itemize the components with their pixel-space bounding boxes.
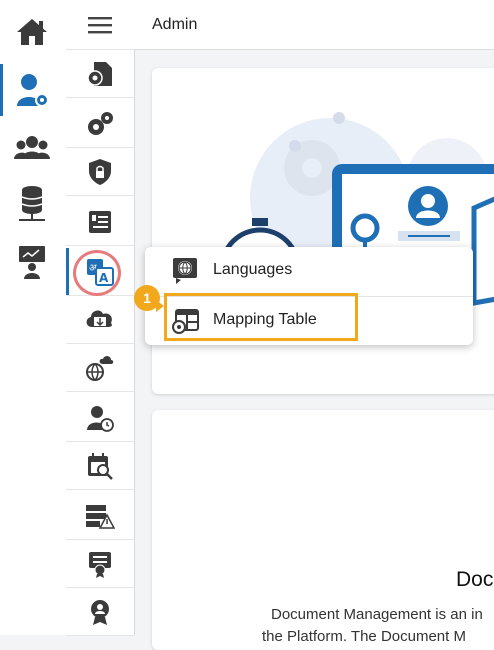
user-clock-icon[interactable]	[66, 394, 134, 442]
presenter-icon[interactable]	[0, 238, 64, 286]
shield-lock-icon[interactable]	[66, 148, 134, 196]
server-warning-icon[interactable]	[66, 492, 134, 540]
card-title: Doc	[456, 568, 494, 591]
menu-item-languages[interactable]: Languages	[145, 247, 473, 295]
header: Admin	[134, 0, 494, 50]
certificate-icon[interactable]	[66, 540, 134, 588]
page-title: Admin	[152, 16, 198, 33]
secondary-sidebar: अA	[66, 0, 135, 636]
globe-document-icon	[171, 256, 201, 291]
document-settings-icon[interactable]	[66, 50, 134, 98]
tutorial-highlight	[164, 293, 358, 341]
calendar-search-icon[interactable]	[66, 442, 134, 490]
gears-icon[interactable]	[66, 100, 134, 148]
hamburger-menu-icon[interactable]	[66, 0, 134, 50]
database-network-icon[interactable]	[0, 180, 64, 228]
active-item-ring	[73, 250, 121, 296]
admin-illustration	[219, 112, 494, 328]
illustration-card	[152, 68, 494, 394]
cloud-download-icon[interactable]	[66, 296, 134, 344]
primary-sidebar	[0, 0, 67, 635]
home-icon[interactable]	[0, 8, 64, 56]
card-description-2: the Platform. The Document M	[262, 628, 466, 645]
users-group-icon[interactable]	[0, 124, 64, 172]
document-management-card: Doc Document Management is an in the Pla…	[152, 410, 494, 650]
menu-item-label: Languages	[213, 261, 293, 278]
invoice-icon[interactable]	[66, 198, 134, 246]
user-settings-icon[interactable]	[0, 66, 64, 114]
user-badge-icon[interactable]	[66, 588, 134, 636]
step-badge: 1	[134, 285, 160, 311]
card-description: Document Management is an in	[271, 606, 483, 623]
globe-cloud-icon[interactable]	[66, 344, 134, 392]
